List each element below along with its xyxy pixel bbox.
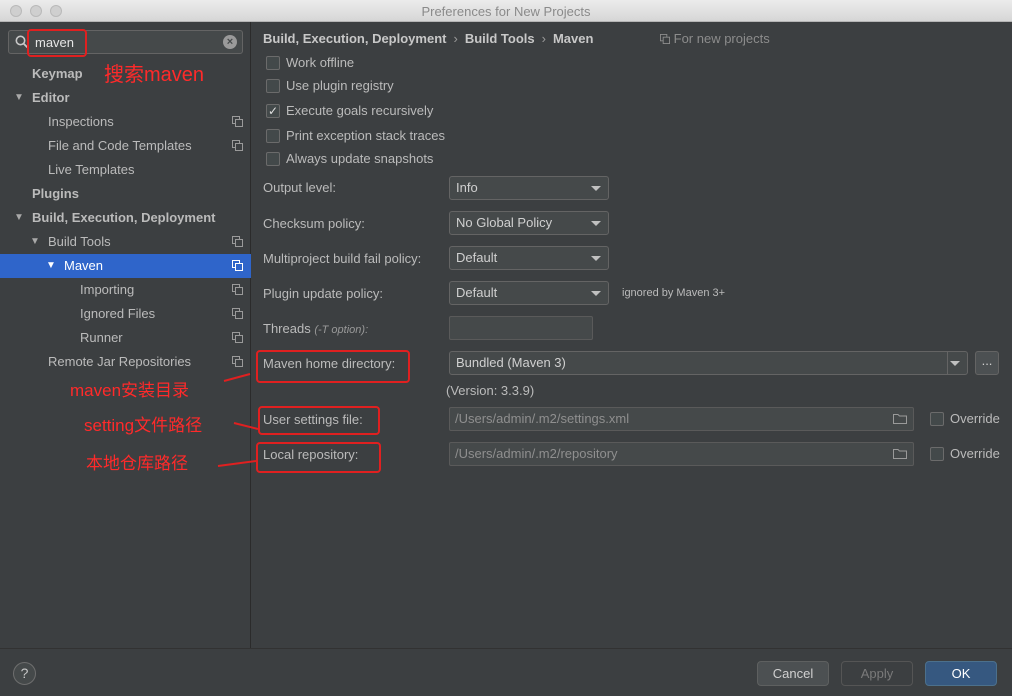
annotation-arrow bbox=[233, 422, 259, 430]
apply-button[interactable]: Apply bbox=[841, 661, 913, 686]
dialog-footer: ? Cancel Apply OK bbox=[0, 648, 1012, 696]
cancel-button[interactable]: Cancel bbox=[757, 661, 829, 686]
annotation-arrow bbox=[217, 460, 257, 467]
annotation-arrows bbox=[217, 373, 259, 467]
annotation-arrow bbox=[223, 373, 251, 382]
help-button[interactable]: ? bbox=[13, 662, 36, 685]
ok-button[interactable]: OK bbox=[925, 661, 997, 686]
